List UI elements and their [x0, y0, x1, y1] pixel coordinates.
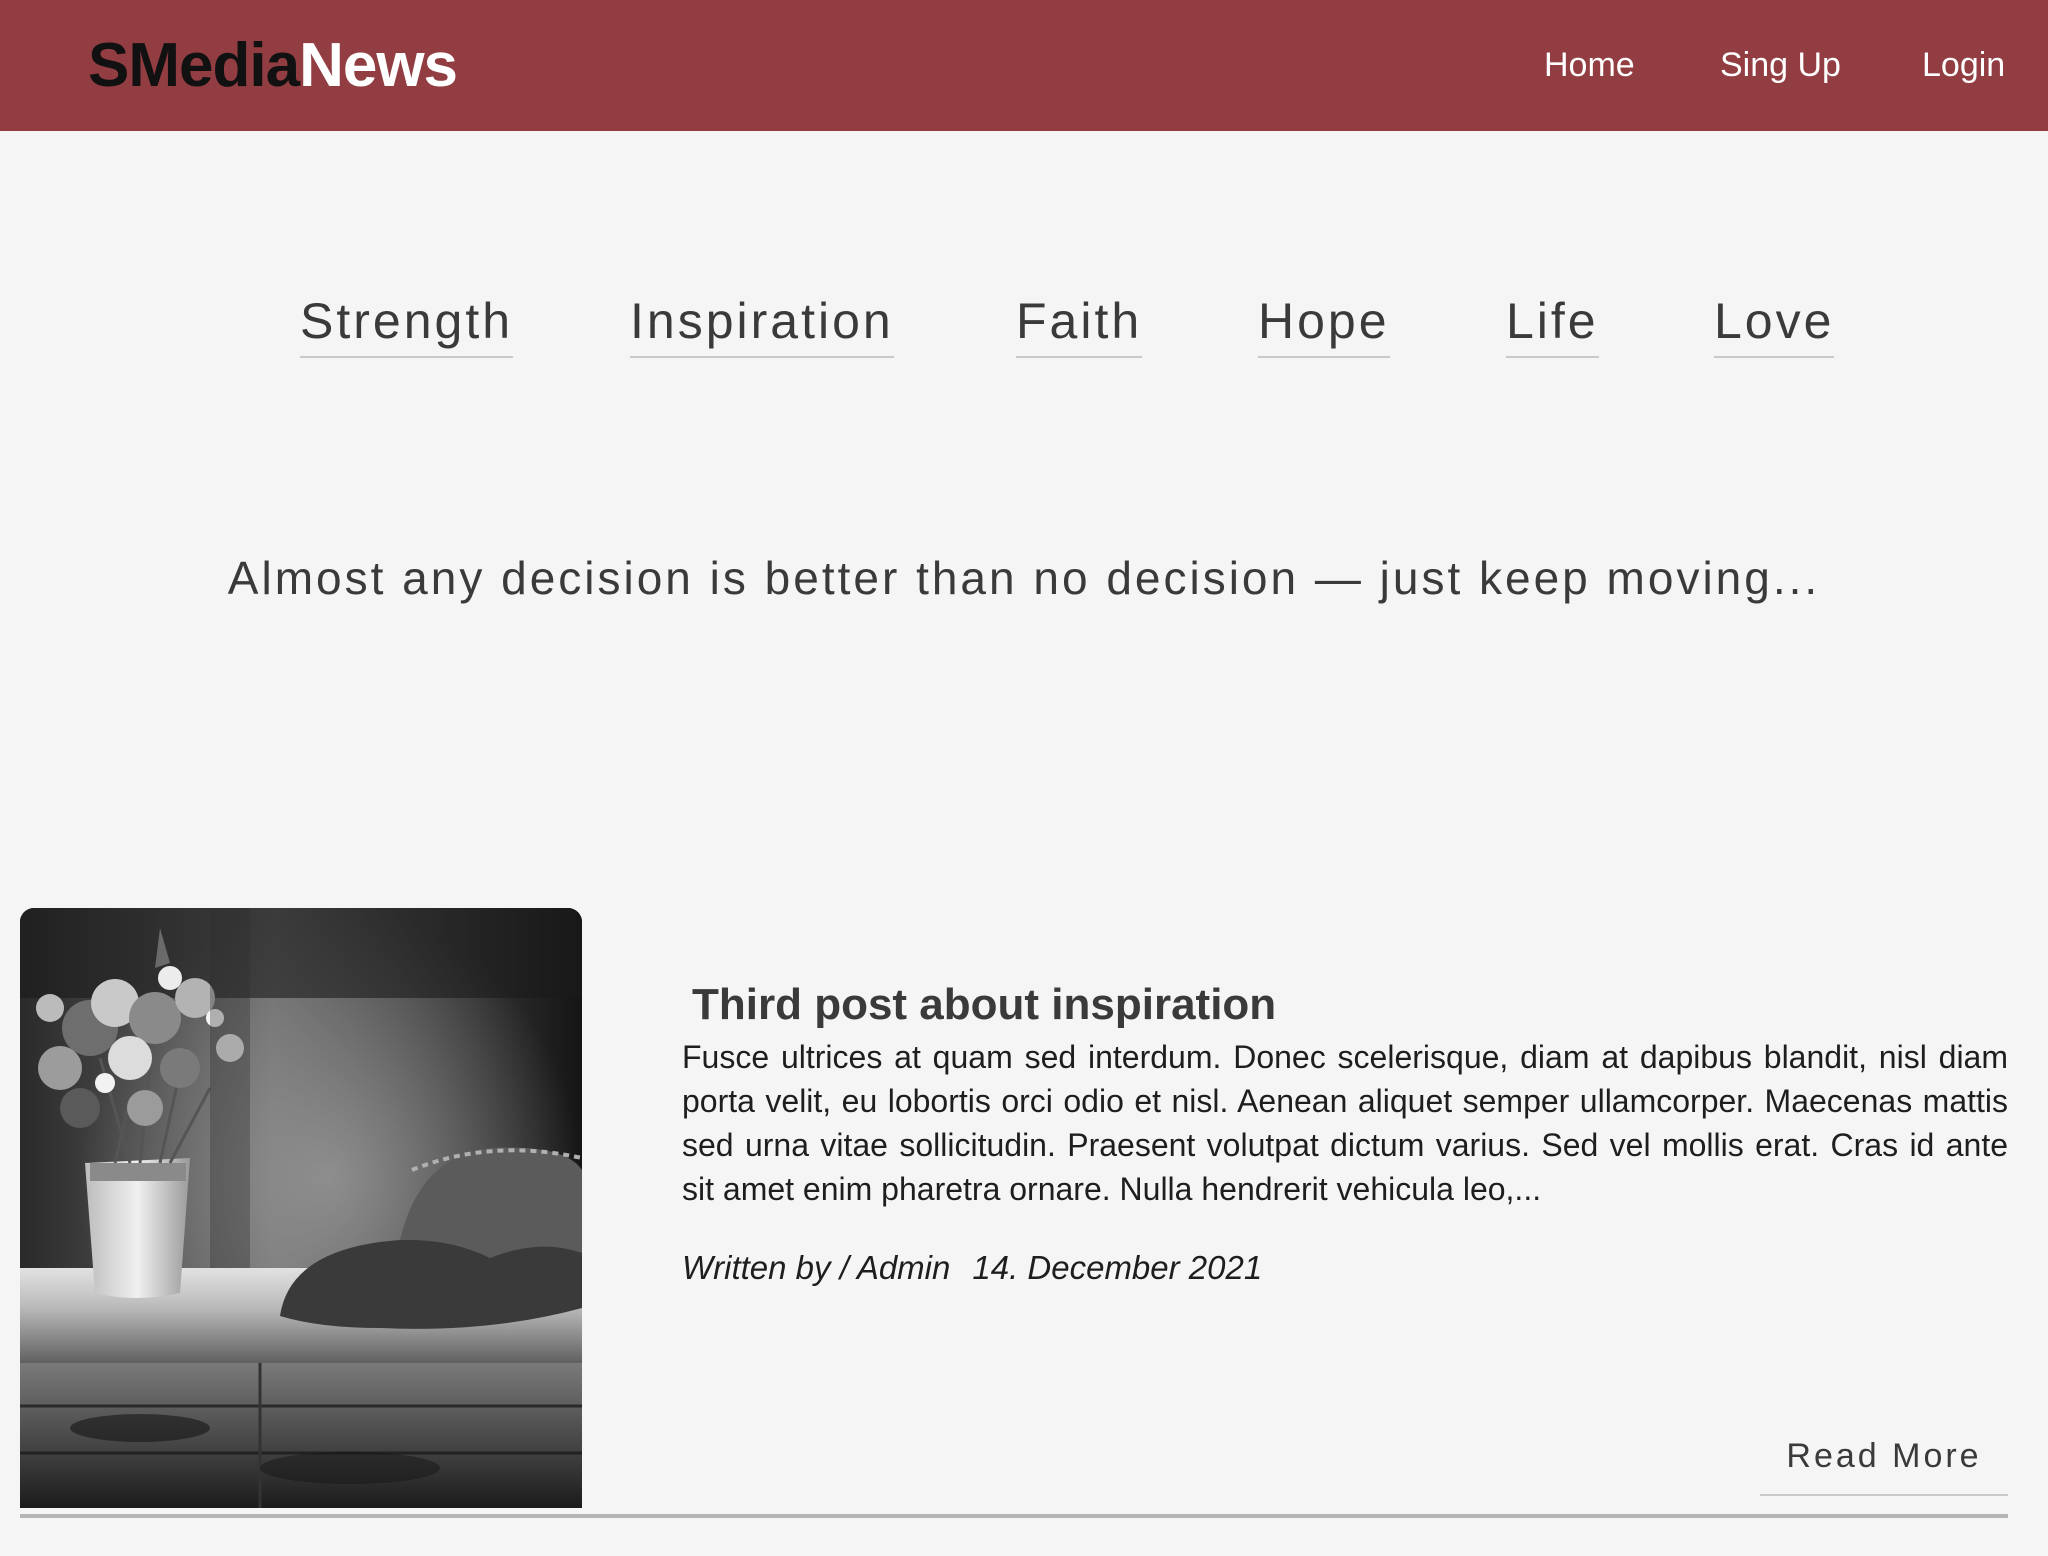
post-date: 14. December 2021	[972, 1249, 1263, 1286]
brand-logo-part1: SMedia	[88, 31, 300, 100]
flowers-vase-hat-photo-icon	[20, 908, 582, 1508]
nav-login-link[interactable]: Login	[1922, 44, 2005, 86]
post-divider	[20, 1514, 2008, 1518]
category-link-love[interactable]: Love	[1714, 292, 1835, 358]
post-image[interactable]	[20, 908, 582, 1508]
brand-logo-part2: News	[299, 31, 458, 100]
post-excerpt: Fusce ultrices at quam sed interdum. Don…	[682, 1039, 2008, 1207]
brand-logo[interactable]: SMediaNews	[88, 28, 458, 104]
nav-signup-link[interactable]: Sing Up	[1720, 44, 1841, 86]
category-link-hope[interactable]: Hope	[1258, 292, 1390, 358]
post-author: Written by / Admin	[682, 1249, 951, 1286]
category-nav: Strength Inspiration Faith Hope Life Lov…	[0, 292, 2048, 362]
nav-home-link[interactable]: Home	[1544, 44, 1635, 86]
navbar: SMediaNews Home Sing Up Login	[0, 0, 2048, 131]
hero-quote: Almost any decision is better than no de…	[227, 552, 1821, 604]
post-meta: Written by / Admin 14. December 2021	[682, 1246, 1262, 1290]
category-link-life[interactable]: Life	[1506, 292, 1599, 358]
read-more-button[interactable]: Read More	[1760, 1432, 2008, 1496]
category-link-strength[interactable]: Strength	[300, 292, 514, 358]
category-link-inspiration[interactable]: Inspiration	[630, 292, 894, 358]
post-title[interactable]: Third post about inspiration	[692, 977, 1276, 1033]
category-link-faith[interactable]: Faith	[1016, 292, 1143, 358]
